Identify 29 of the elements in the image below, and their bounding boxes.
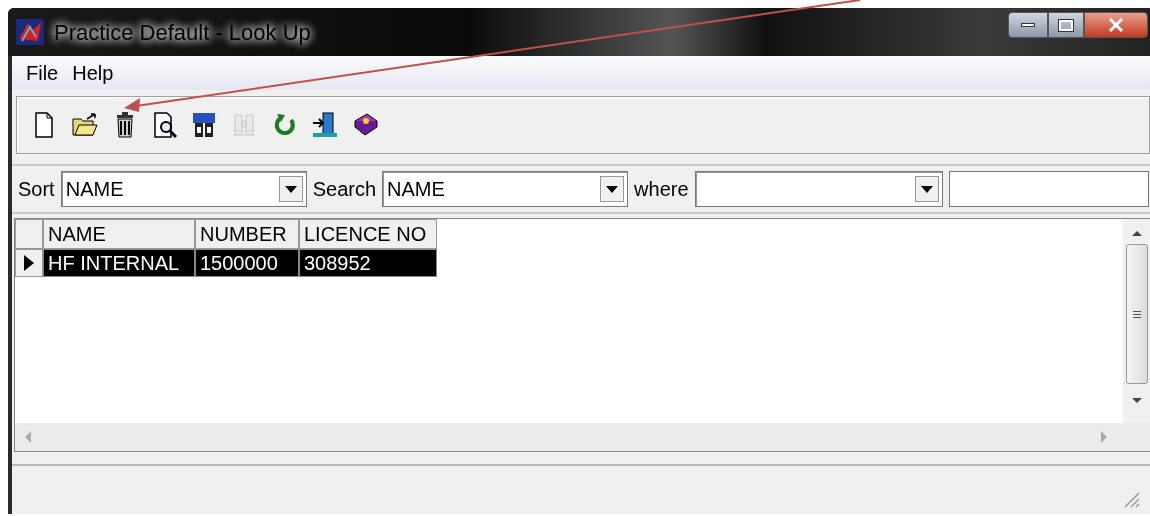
scroll-up-icon[interactable] (1132, 231, 1142, 236)
scroll-down-icon[interactable] (1132, 398, 1142, 403)
exit-door-icon[interactable] (311, 111, 339, 139)
minimize-button[interactable] (1008, 12, 1048, 38)
field-label: Sort (17, 177, 56, 202)
input-field[interactable] (948, 171, 1149, 207)
row-indicator[interactable] (15, 249, 43, 277)
dropdown[interactable] (694, 171, 943, 207)
field-label: where (633, 177, 690, 202)
column-header[interactable]: NAME (43, 219, 195, 249)
maximize-button[interactable] (1048, 12, 1084, 38)
column-header[interactable]: NUMBER (195, 219, 299, 249)
scroll-thumb[interactable] (1126, 244, 1148, 384)
close-button[interactable] (1084, 12, 1148, 38)
folder-icon[interactable] (71, 111, 99, 139)
row-header-corner (15, 219, 43, 249)
app-icon (16, 19, 44, 45)
table-cell: 308952 (299, 249, 437, 277)
magnifier-page-icon[interactable] (151, 111, 179, 139)
menu-item[interactable]: File (20, 58, 65, 88)
column-header[interactable]: LICENCE NO (299, 219, 437, 249)
dropdown[interactable]: NAME (382, 171, 629, 207)
table-cell: HF INTERNAL (43, 249, 195, 277)
menu-item[interactable]: Help (66, 58, 120, 88)
vertical-scrollbar[interactable] (1123, 219, 1150, 423)
field-label: Search (311, 177, 378, 202)
table-cell: 1500000 (195, 249, 299, 277)
dropdown[interactable]: NAME (60, 171, 307, 207)
close-icon[interactable] (1108, 18, 1124, 32)
